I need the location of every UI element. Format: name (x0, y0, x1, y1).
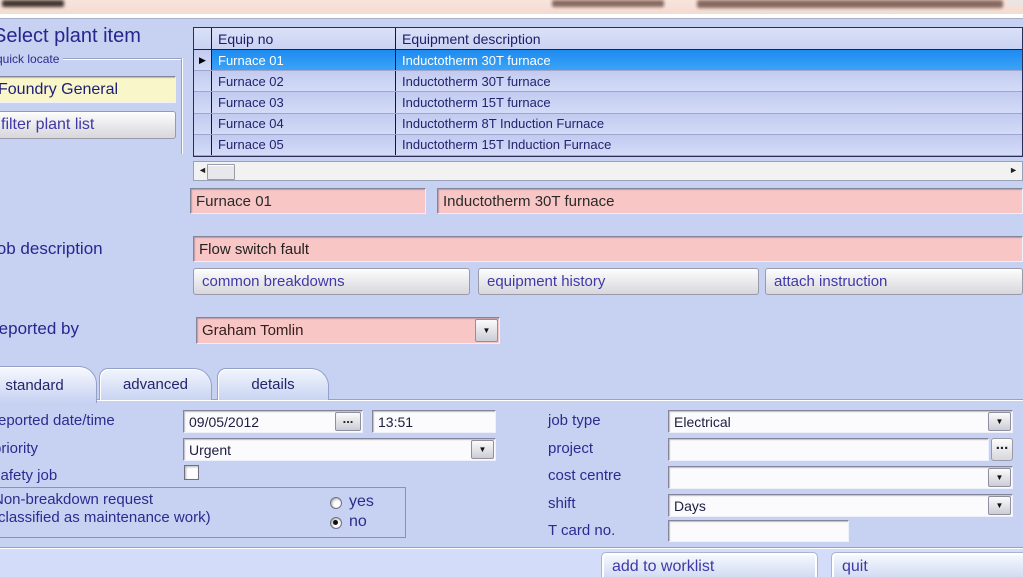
quit-button[interactable]: quit (831, 552, 1023, 577)
equip-no-cell: Furnace 03 (212, 92, 396, 112)
shift-value: Days (674, 498, 706, 514)
job-description-field[interactable]: Flow switch fault (193, 236, 1023, 262)
table-row[interactable]: ▶ Furnace 01 Inductotherm 30T furnace (194, 50, 1022, 71)
horizontal-scrollbar[interactable]: ◄ ► (193, 161, 1023, 181)
equip-no-cell: Furnace 02 (212, 71, 396, 91)
cost-centre-select[interactable]: ▼ (668, 466, 1013, 489)
dropdown-arrow-icon[interactable]: ▼ (475, 319, 498, 342)
table-header-row: Equip no Equipment description (194, 28, 1022, 50)
reported-by-value: Graham Tomlin (202, 322, 303, 339)
non-breakdown-label-line1: Non-breakdown request (0, 491, 153, 508)
description-cell: Inductotherm 15T Induction Furnace (396, 135, 1022, 155)
project-label: project (548, 440, 593, 457)
equip-no-cell: Furnace 05 (212, 135, 396, 155)
dropdown-arrow-icon[interactable]: ▼ (471, 440, 494, 459)
attach-instruction-button[interactable]: attach instruction (765, 268, 1023, 295)
priority-value: Urgent (189, 442, 231, 458)
scrollbar-right-arrow-icon[interactable]: ► (1009, 165, 1018, 175)
t-card-label: T card no. (548, 522, 615, 539)
table-row[interactable]: Furnace 04 Inductotherm 8T Induction Fur… (194, 114, 1022, 135)
description-cell: Inductotherm 30T furnace (396, 71, 1022, 91)
table-row[interactable]: Furnace 03 Inductotherm 15T furnace (194, 92, 1022, 113)
dropdown-arrow-icon[interactable]: ▼ (988, 412, 1011, 431)
tab-advanced[interactable]: advanced (99, 368, 212, 400)
job-type-label: job type (548, 412, 601, 429)
description-cell: Inductotherm 15T furnace (396, 92, 1022, 112)
shift-label: shift (548, 495, 576, 512)
tab-standard[interactable]: standard (0, 366, 97, 403)
reported-datetime-label: reported date/time (0, 412, 115, 429)
equip-no-cell: Furnace 01 (212, 50, 396, 70)
reported-by-label: reported by (0, 319, 79, 339)
reported-time-field[interactable]: 13:51 (372, 410, 496, 433)
cost-centre-label: cost centre (548, 467, 621, 484)
selected-row-marker-icon: ▶ (199, 55, 206, 66)
reported-by-select[interactable]: Graham Tomlin ▼ (196, 317, 500, 344)
non-breakdown-yes-radio[interactable] (330, 497, 342, 509)
page-title: Select plant item (0, 25, 141, 48)
quick-locate-label: quick locate (0, 52, 59, 66)
date-picker-ellipsis-button[interactable]: ... (335, 412, 361, 431)
description-column-header[interactable]: Equipment description (396, 28, 1022, 49)
row-selector-header-cell (194, 28, 212, 49)
dropdown-arrow-icon[interactable]: ▼ (988, 468, 1011, 487)
title-text-fragment (2, 0, 64, 7)
dropdown-arrow-icon[interactable]: ▼ (988, 496, 1011, 515)
scrollbar-thumb[interactable] (207, 164, 235, 180)
safety-job-checkbox[interactable] (184, 465, 199, 480)
job-description-label: job description (0, 239, 103, 259)
non-breakdown-no-radio[interactable] (330, 517, 342, 529)
equip-no-cell: Furnace 04 (212, 114, 396, 134)
quick-locate-frame-top (63, 58, 181, 60)
top-strip (0, 0, 1023, 14)
table-row[interactable]: Furnace 02 Inductotherm 30T furnace (194, 71, 1022, 92)
overlay-smudge (552, 0, 664, 7)
priority-label: priority (0, 440, 38, 457)
equip-no-column-header[interactable]: Equip no (212, 28, 396, 49)
description-cell: Inductotherm 30T furnace (396, 50, 1022, 70)
scrollbar-left-arrow-icon[interactable]: ◄ (198, 165, 207, 175)
project-lookup-ellipsis-button[interactable]: ... (991, 438, 1013, 461)
non-breakdown-no-label[interactable]: no (349, 513, 367, 531)
reported-date-field[interactable]: 09/05/2012 ... (183, 410, 363, 433)
selected-equip-no-field: Furnace 01 (190, 188, 426, 214)
t-card-field[interactable] (668, 520, 849, 542)
priority-select[interactable]: Urgent ▼ (183, 438, 496, 461)
job-type-select[interactable]: Electrical ▼ (668, 410, 1013, 433)
overlay-smudge (1007, 0, 1023, 5)
equipment-history-button[interactable]: equipment history (478, 268, 759, 295)
non-breakdown-label-line2: (classified as maintenance work) (0, 509, 211, 526)
reported-date-value: 09/05/2012 (189, 414, 259, 430)
window-edge (0, 14, 1023, 19)
selected-equip-description-field: Inductotherm 30T furnace (437, 188, 1023, 214)
overlay-smudge (697, 0, 1003, 8)
quick-locate-frame-right (181, 58, 183, 154)
filter-plant-list-button[interactable]: filter plant list (0, 111, 176, 139)
add-to-worklist-button[interactable]: add to worklist (601, 552, 818, 577)
safety-job-label: safety job (0, 467, 57, 484)
tab-details[interactable]: details (217, 368, 329, 400)
quick-locate-input[interactable]: Foundry General (0, 76, 176, 103)
project-field[interactable] (668, 438, 989, 461)
description-cell: Inductotherm 8T Induction Furnace (396, 114, 1022, 134)
table-row[interactable]: Furnace 05 Inductotherm 15T Induction Fu… (194, 135, 1022, 156)
common-breakdowns-button[interactable]: common breakdowns (193, 268, 470, 295)
non-breakdown-yes-label[interactable]: yes (349, 493, 374, 511)
shift-select[interactable]: Days ▼ (668, 494, 1013, 517)
equipment-table: Equip no Equipment description ▶ Furnace… (193, 27, 1023, 157)
breakdown-entry-window: Select plant item quick locate Foundry G… (0, 0, 1023, 577)
job-type-value: Electrical (674, 414, 731, 430)
